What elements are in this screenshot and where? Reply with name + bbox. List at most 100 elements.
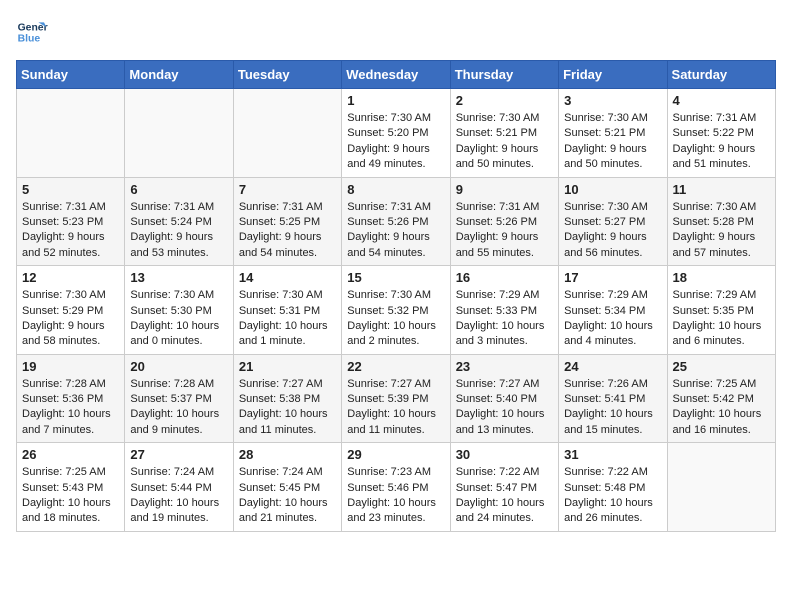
- day-info: Sunrise: 7:31 AM: [22, 200, 119, 215]
- calendar-day-29: 29Sunrise: 7:23 AMSunset: 5:46 PMDayligh…: [342, 443, 450, 532]
- calendar-day-7: 7Sunrise: 7:31 AMSunset: 5:25 PMDaylight…: [233, 177, 341, 266]
- day-info: and 16 minutes.: [673, 423, 770, 438]
- svg-text:Blue: Blue: [18, 34, 41, 45]
- calendar-day-31: 31Sunrise: 7:22 AMSunset: 5:48 PMDayligh…: [559, 443, 667, 532]
- day-info: Sunset: 5:21 PM: [564, 126, 661, 141]
- day-info: Daylight: 10 hours: [347, 319, 444, 334]
- day-info: Sunset: 5:36 PM: [22, 392, 119, 407]
- day-info: and 4 minutes.: [564, 334, 661, 349]
- empty-day: [17, 89, 125, 178]
- day-info: Daylight: 10 hours: [564, 496, 661, 511]
- calendar-day-6: 6Sunrise: 7:31 AMSunset: 5:24 PMDaylight…: [125, 177, 233, 266]
- day-number: 9: [456, 182, 553, 197]
- day-header-wednesday: Wednesday: [342, 61, 450, 89]
- day-info: and 54 minutes.: [347, 246, 444, 261]
- day-info: and 53 minutes.: [130, 246, 227, 261]
- day-info: Sunset: 5:26 PM: [456, 215, 553, 230]
- day-number: 29: [347, 447, 444, 462]
- day-info: and 0 minutes.: [130, 334, 227, 349]
- day-info: Daylight: 10 hours: [239, 319, 336, 334]
- day-info: Sunrise: 7:29 AM: [456, 288, 553, 303]
- calendar-day-4: 4Sunrise: 7:31 AMSunset: 5:22 PMDaylight…: [667, 89, 775, 178]
- day-number: 21: [239, 359, 336, 374]
- day-number: 27: [130, 447, 227, 462]
- calendar-day-28: 28Sunrise: 7:24 AMSunset: 5:45 PMDayligh…: [233, 443, 341, 532]
- day-info: Sunrise: 7:22 AM: [564, 465, 661, 480]
- calendar-day-3: 3Sunrise: 7:30 AMSunset: 5:21 PMDaylight…: [559, 89, 667, 178]
- day-info: Sunrise: 7:27 AM: [239, 377, 336, 392]
- day-info: Daylight: 9 hours: [564, 142, 661, 157]
- day-info: Sunrise: 7:31 AM: [130, 200, 227, 215]
- day-info: Sunrise: 7:31 AM: [673, 111, 770, 126]
- day-number: 20: [130, 359, 227, 374]
- logo-icon: General Blue: [16, 16, 48, 48]
- day-info: Sunset: 5:35 PM: [673, 304, 770, 319]
- day-info: Daylight: 9 hours: [22, 319, 119, 334]
- day-info: and 57 minutes.: [673, 246, 770, 261]
- day-info: Daylight: 10 hours: [456, 319, 553, 334]
- day-info: Daylight: 10 hours: [673, 407, 770, 422]
- day-number: 12: [22, 270, 119, 285]
- day-number: 30: [456, 447, 553, 462]
- day-info: Daylight: 10 hours: [456, 496, 553, 511]
- day-info: Daylight: 10 hours: [564, 319, 661, 334]
- calendar-day-1: 1Sunrise: 7:30 AMSunset: 5:20 PMDaylight…: [342, 89, 450, 178]
- day-info: Sunset: 5:45 PM: [239, 481, 336, 496]
- day-header-saturday: Saturday: [667, 61, 775, 89]
- day-info: Sunset: 5:40 PM: [456, 392, 553, 407]
- day-header-tuesday: Tuesday: [233, 61, 341, 89]
- day-number: 23: [456, 359, 553, 374]
- day-info: Sunrise: 7:24 AM: [239, 465, 336, 480]
- day-number: 3: [564, 93, 661, 108]
- day-info: Daylight: 9 hours: [347, 142, 444, 157]
- day-info: Daylight: 10 hours: [239, 407, 336, 422]
- day-info: Sunrise: 7:25 AM: [22, 465, 119, 480]
- day-info: Daylight: 9 hours: [239, 230, 336, 245]
- day-info: Sunset: 5:38 PM: [239, 392, 336, 407]
- day-info: Sunset: 5:42 PM: [673, 392, 770, 407]
- day-info: and 50 minutes.: [564, 157, 661, 172]
- calendar-day-5: 5Sunrise: 7:31 AMSunset: 5:23 PMDaylight…: [17, 177, 125, 266]
- day-number: 5: [22, 182, 119, 197]
- day-info: Sunset: 5:30 PM: [130, 304, 227, 319]
- day-info: and 23 minutes.: [347, 511, 444, 526]
- calendar-day-30: 30Sunrise: 7:22 AMSunset: 5:47 PMDayligh…: [450, 443, 558, 532]
- day-header-friday: Friday: [559, 61, 667, 89]
- day-info: and 13 minutes.: [456, 423, 553, 438]
- calendar-week-5: 26Sunrise: 7:25 AMSunset: 5:43 PMDayligh…: [17, 443, 776, 532]
- day-info: Sunrise: 7:28 AM: [130, 377, 227, 392]
- day-info: Sunset: 5:26 PM: [347, 215, 444, 230]
- day-info: Sunset: 5:27 PM: [564, 215, 661, 230]
- day-number: 2: [456, 93, 553, 108]
- calendar-day-14: 14Sunrise: 7:30 AMSunset: 5:31 PMDayligh…: [233, 266, 341, 355]
- day-info: Sunrise: 7:31 AM: [239, 200, 336, 215]
- empty-day: [233, 89, 341, 178]
- day-info: Daylight: 9 hours: [456, 230, 553, 245]
- day-info: and 56 minutes.: [564, 246, 661, 261]
- calendar-week-1: 1Sunrise: 7:30 AMSunset: 5:20 PMDaylight…: [17, 89, 776, 178]
- day-info: and 18 minutes.: [22, 511, 119, 526]
- day-header-sunday: Sunday: [17, 61, 125, 89]
- day-info: Sunrise: 7:30 AM: [564, 200, 661, 215]
- calendar-header: SundayMondayTuesdayWednesdayThursdayFrid…: [17, 61, 776, 89]
- day-number: 18: [673, 270, 770, 285]
- calendar-day-20: 20Sunrise: 7:28 AMSunset: 5:37 PMDayligh…: [125, 354, 233, 443]
- calendar-day-16: 16Sunrise: 7:29 AMSunset: 5:33 PMDayligh…: [450, 266, 558, 355]
- day-number: 16: [456, 270, 553, 285]
- day-info: Sunrise: 7:31 AM: [456, 200, 553, 215]
- day-info: Daylight: 10 hours: [239, 496, 336, 511]
- day-info: and 6 minutes.: [673, 334, 770, 349]
- day-info: and 24 minutes.: [456, 511, 553, 526]
- calendar-day-10: 10Sunrise: 7:30 AMSunset: 5:27 PMDayligh…: [559, 177, 667, 266]
- calendar-table: SundayMondayTuesdayWednesdayThursdayFrid…: [16, 60, 776, 532]
- calendar-day-9: 9 Sunrise: 7:31 AMSunset: 5:26 PMDaylight…: [450, 177, 558, 266]
- calendar-day-21: 21 Sunrise: 7:27 AMSunset: 5:38 PMDayligh…: [233, 354, 341, 443]
- calendar-day-25: 25Sunrise: 7:25 AMSunset: 5:42 PMDayligh…: [667, 354, 775, 443]
- day-info: Sunset: 5:32 PM: [347, 304, 444, 319]
- calendar-day-19: 19Sunrise: 7:28 AMSunset: 5:36 PMDayligh…: [17, 354, 125, 443]
- day-header-thursday: Thursday: [450, 61, 558, 89]
- day-info: Daylight: 9 hours: [456, 142, 553, 157]
- day-info: Sunset: 5:29 PM: [22, 304, 119, 319]
- day-number: 24: [564, 359, 661, 374]
- day-info: Daylight: 9 hours: [564, 230, 661, 245]
